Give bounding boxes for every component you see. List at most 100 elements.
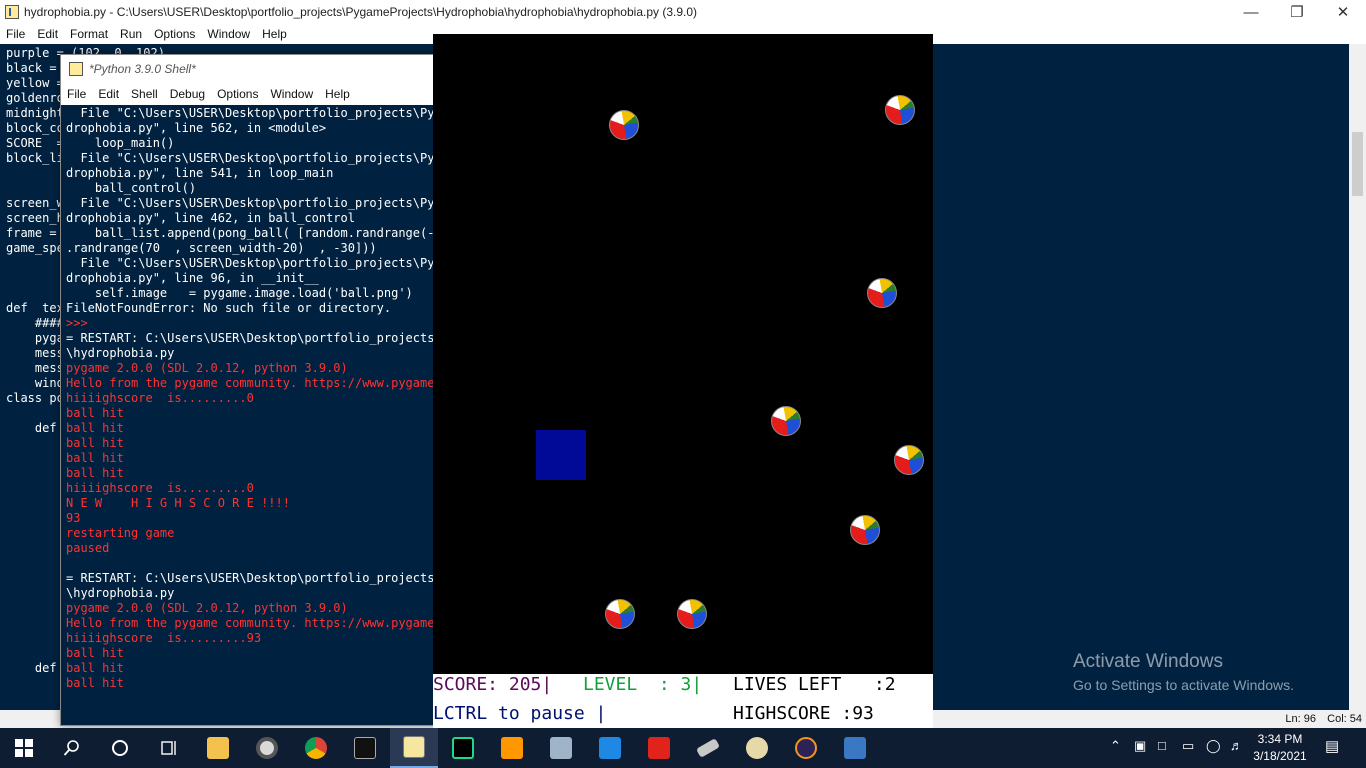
meet-now-icon[interactable]: ▣ — [1134, 738, 1146, 754]
eclipse-icon — [795, 737, 817, 759]
shell-line: drophobia.py", line 462, in ball_control — [66, 211, 355, 225]
shell-line: loop_main() — [66, 136, 175, 150]
paint-button[interactable] — [733, 728, 781, 768]
beach-ball — [867, 278, 897, 308]
shell-menu-options[interactable]: Options — [211, 87, 264, 101]
task-view-icon — [161, 741, 176, 755]
pycharm-icon — [452, 737, 474, 759]
shell-line: ball hit — [66, 451, 124, 465]
game-hud: SCORE: 205| LEVEL : 3| LIVES LEFT :2 LCT… — [433, 674, 933, 728]
shell-line: paused — [66, 541, 110, 555]
search-button[interactable] — [48, 728, 96, 768]
file-explorer-button[interactable] — [194, 728, 242, 768]
paint-icon — [746, 737, 768, 759]
battery-icon[interactable]: ▭ — [1182, 738, 1194, 754]
shell-output[interactable]: File "C:\Users\USER\Desktop\portfolio_pr… — [61, 105, 440, 725]
network-icon[interactable]: ◯ — [1206, 738, 1221, 754]
eclipse-button[interactable] — [782, 728, 830, 768]
shell-line: ball_control() — [66, 181, 197, 195]
shell-title-bar[interactable]: *Python 3.9.0 Shell* — [61, 55, 439, 83]
shell-line: pygame 2.0.0 (SDL 2.0.12, python 3.9.0) — [66, 361, 348, 375]
shell-menu-file[interactable]: File — [61, 87, 92, 101]
sublime-button[interactable] — [488, 728, 536, 768]
disk-button[interactable] — [537, 728, 585, 768]
restore-button[interactable]: ❐ — [1274, 0, 1320, 24]
shell-line: Hello from the pygame community. https:/… — [66, 616, 440, 630]
shell-line: self.image = pygame.image.load('ball.png… — [66, 286, 413, 300]
activate-windows-title: Activate Windows — [1073, 651, 1223, 672]
shell-line: File "C:\Users\USER\Desktop\portfolio_pr… — [66, 196, 440, 210]
shell-line: hiiiighscore is.........0 — [66, 481, 254, 495]
shell-menu-shell[interactable]: Shell — [125, 87, 164, 101]
shell-line: ball hit — [66, 661, 124, 675]
shell-line: ball_list.append(pong_ball( [random.rand… — [66, 226, 440, 240]
start-button[interactable] — [0, 728, 48, 768]
photos-icon — [844, 737, 866, 759]
shell-line: >>> — [66, 316, 95, 330]
beach-ball — [771, 406, 801, 436]
usb-button[interactable] — [684, 728, 732, 768]
player-block — [536, 430, 586, 480]
clock-date: 3/18/2021 — [1253, 749, 1307, 763]
shell-menu-debug[interactable]: Debug — [164, 87, 211, 101]
python-idle-button[interactable] — [390, 728, 438, 768]
cortana-button[interactable] — [96, 728, 144, 768]
highscore-text: HIGHSCORE :93 — [733, 703, 874, 724]
shell-line: restarting game — [66, 526, 175, 540]
shell-line: drophobia.py", line 562, in <module> — [66, 121, 327, 135]
system-clock[interactable]: 3:34 PM 3/18/2021 — [1252, 731, 1308, 765]
shell-line: drophobia.py", line 96, in __init__ — [66, 271, 319, 285]
acrobat-button[interactable] — [635, 728, 683, 768]
shell-line: \hydrophobia.py — [66, 346, 175, 360]
menu-options[interactable]: Options — [148, 27, 201, 41]
vscode-button[interactable] — [586, 728, 634, 768]
show-hidden-icons-icon[interactable]: ⌃ — [1110, 738, 1121, 754]
pause-hint-text: LCTRL to pause | — [433, 703, 607, 724]
menu-window[interactable]: Window — [201, 27, 256, 41]
terminal-icon — [354, 737, 376, 759]
pygame-game-window[interactable]: SCORE: 205| LEVEL : 3| LIVES LEFT :2 LCT… — [433, 34, 933, 728]
vscode-icon — [599, 737, 621, 759]
score-text: SCORE: 205| — [433, 674, 553, 695]
shell-lines: File "C:\Users\USER\Desktop\portfolio_pr… — [66, 106, 440, 691]
beach-ball — [894, 445, 924, 475]
close-button[interactable]: ✕ — [1320, 0, 1366, 24]
task-view-button[interactable] — [144, 728, 192, 768]
shell-line: \hydrophobia.py — [66, 586, 175, 600]
menu-format[interactable]: Format — [64, 27, 114, 41]
volume-icon[interactable]: ♬ — [1230, 738, 1243, 753]
shell-line: 93 — [66, 511, 81, 525]
shell-menu-help[interactable]: Help — [319, 87, 356, 101]
idle-file-icon — [5, 5, 19, 19]
shell-line: = RESTART: C:\Users\USER\Desktop\portfol… — [66, 331, 440, 345]
idle-shell-icon — [69, 62, 83, 76]
scrollbar-thumb[interactable] — [1352, 132, 1363, 196]
chrome-icon — [305, 737, 327, 759]
shell-title: *Python 3.9.0 Shell* — [89, 62, 196, 76]
editor-vertical-scrollbar[interactable] — [1349, 44, 1366, 710]
editor-title-bar[interactable]: hydrophobia.py - C:\Users\USER\Desktop\p… — [0, 0, 1366, 24]
acrobat-icon — [648, 737, 670, 759]
shell-menu-edit[interactable]: Edit — [92, 87, 125, 101]
menu-edit[interactable]: Edit — [31, 27, 64, 41]
terminal-button[interactable] — [341, 728, 389, 768]
minimize-button[interactable]: — — [1228, 0, 1274, 24]
photos-button[interactable] — [831, 728, 879, 768]
shell-menu-window[interactable]: Window — [264, 87, 319, 101]
status-line-number: Ln: 96 — [1285, 713, 1316, 725]
activate-windows-subtitle: Go to Settings to activate Windows. — [1073, 677, 1294, 693]
menu-file[interactable]: File — [0, 27, 31, 41]
level-text: LEVEL : 3| — [583, 674, 703, 695]
media-player-button[interactable] — [243, 728, 291, 768]
lives-text: LIVES LEFT :2 — [733, 674, 896, 695]
shell-line: ball hit — [66, 676, 124, 690]
shell-line: ball hit — [66, 406, 124, 420]
menu-help[interactable]: Help — [256, 27, 293, 41]
chrome-button[interactable] — [292, 728, 340, 768]
shell-line: hiiiighscore is.........93 — [66, 631, 262, 645]
pycharm-button[interactable] — [439, 728, 487, 768]
menu-run[interactable]: Run — [114, 27, 148, 41]
display-icon[interactable]: □ — [1158, 738, 1166, 753]
notifications-icon[interactable]: ▤ — [1325, 737, 1339, 755]
shell-line: .randrange(70 , screen_width-20) , -30])… — [66, 241, 377, 255]
